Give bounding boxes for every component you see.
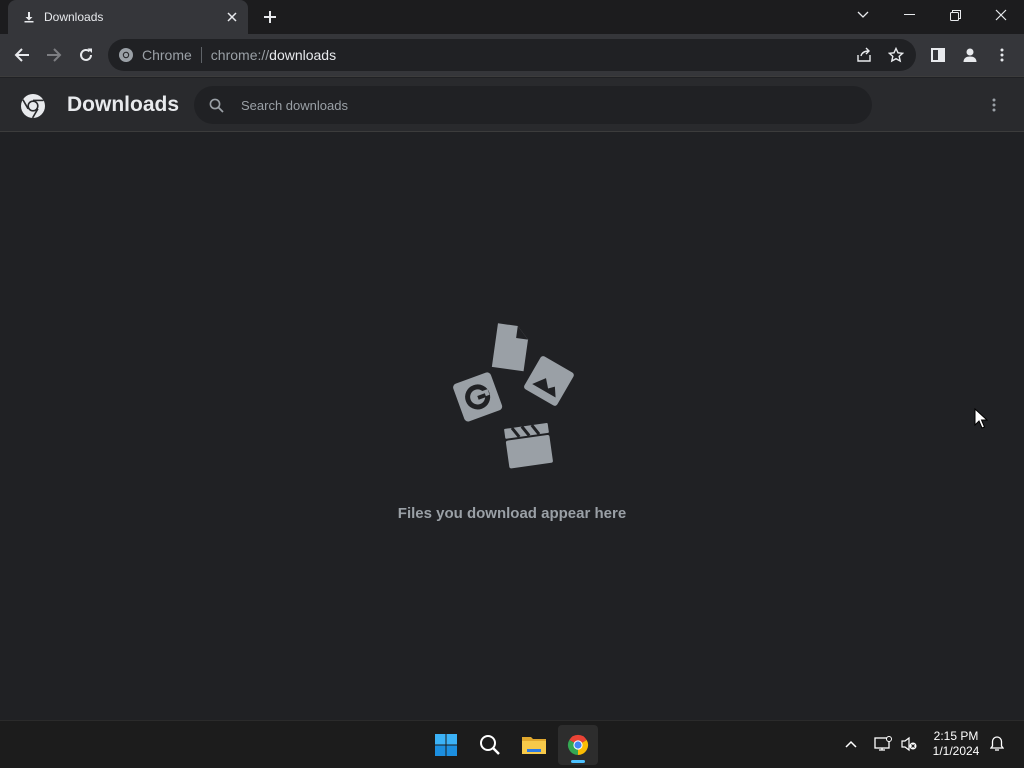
windows-taskbar: 2:15 PM 1/1/2024 (0, 720, 1024, 768)
chevron-up-icon[interactable] (840, 733, 862, 755)
start-icon[interactable] (426, 725, 466, 765)
system-clock[interactable]: 2:15 PM 1/1/2024 (924, 729, 988, 759)
clock-time: 2:15 PM (933, 729, 979, 743)
tab-title: Downloads (44, 10, 104, 24)
notification-bell-icon[interactable] (986, 733, 1008, 755)
file-explorer-icon[interactable] (514, 725, 554, 765)
url-host: downloads (269, 47, 337, 63)
chrome-icon[interactable] (558, 725, 598, 765)
empty-state-message: Files you download appear here (397, 505, 627, 522)
clock-date: 1/1/2024 (932, 744, 980, 758)
site-info-chip[interactable]: Chrome (108, 47, 192, 63)
empty-downloads-illustration (448, 323, 578, 473)
download-icon (22, 10, 36, 24)
active-app-indicator (571, 760, 585, 763)
profile-icon[interactable] (956, 41, 984, 69)
tab-close-icon[interactable] (221, 6, 243, 28)
audio-icon (453, 372, 503, 422)
forward-button[interactable] (40, 41, 68, 69)
close-icon[interactable] (978, 0, 1024, 30)
share-icon[interactable] (850, 41, 878, 69)
url-scheme: chrome:// (210, 47, 270, 63)
page-title: Downloads (67, 93, 180, 116)
new-tab-button[interactable] (258, 5, 282, 29)
tab-search-icon[interactable] (840, 0, 886, 30)
document-icon (491, 323, 528, 372)
omnibox-divider (200, 47, 202, 63)
search-icon (196, 86, 236, 124)
chrome-icon (119, 48, 133, 62)
tab-downloads[interactable]: Downloads (8, 0, 248, 34)
reload-button[interactable] (72, 41, 100, 69)
search-input[interactable] (239, 96, 839, 114)
search-icon[interactable] (470, 725, 510, 765)
bookmark-star-icon[interactable] (882, 41, 910, 69)
downloads-more-actions-icon[interactable] (982, 93, 1006, 117)
address-bar[interactable]: Chrome chrome://downloads (108, 39, 916, 71)
site-label: Chrome (142, 47, 192, 63)
video-icon (504, 423, 553, 469)
chrome-logo-icon (20, 93, 46, 119)
downloads-list-area: Files you download appear here (0, 133, 1024, 720)
tab-strip: Downloads (0, 0, 1024, 34)
minimize-icon[interactable] (886, 0, 932, 30)
network-icon[interactable] (872, 733, 894, 755)
downloads-header: Downloads (0, 78, 1024, 132)
search-downloads-box[interactable] (194, 86, 872, 124)
back-button[interactable] (8, 41, 36, 69)
browser-toolbar: Chrome chrome://downloads (0, 34, 1024, 77)
volume-muted-icon[interactable] (898, 733, 920, 755)
mouse-cursor-icon (974, 407, 989, 430)
image-icon (524, 356, 574, 406)
side-panel-icon[interactable] (924, 41, 952, 69)
chrome-menu-icon[interactable] (988, 41, 1016, 69)
restore-icon[interactable] (932, 0, 978, 30)
